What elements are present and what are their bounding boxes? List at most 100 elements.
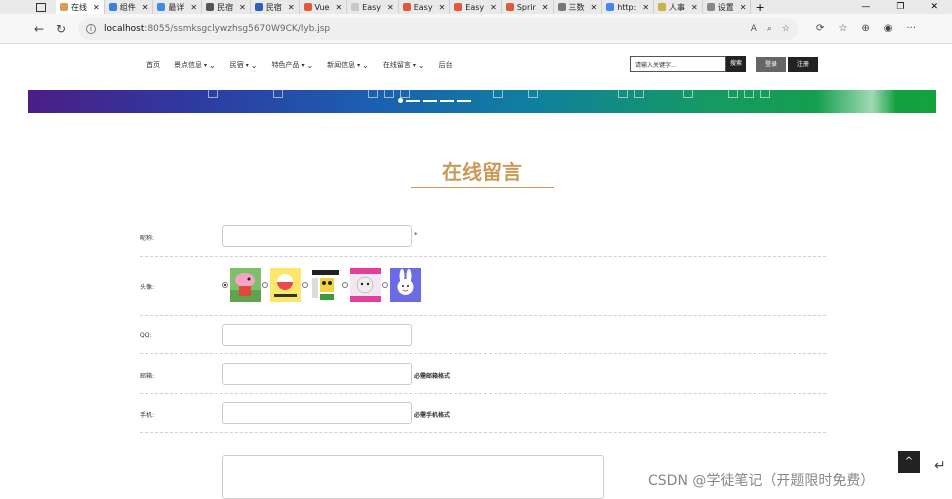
browser-tab[interactable]: 设置 ✕ xyxy=(703,0,752,14)
avatar-radio[interactable] xyxy=(382,282,388,288)
avatar-radio[interactable] xyxy=(222,282,228,288)
tab-close-icon[interactable]: ✕ xyxy=(335,3,342,12)
search-button[interactable]: 搜索 xyxy=(726,56,746,72)
browser-tab[interactable]: Easy ✕ xyxy=(450,0,502,14)
carousel-dot[interactable] xyxy=(440,99,454,102)
search-input[interactable]: 请输入关键字... xyxy=(630,56,726,72)
new-tab-icon[interactable]: + xyxy=(755,1,764,14)
window-controls: — ❐ ✕ xyxy=(861,2,952,12)
refresh-icon[interactable]: ↻ xyxy=(50,22,72,36)
main-menu: 首页 景点信息 ▾ ⌄ 民宿 ▾ ⌄ 特色产品 ▾ ⌄ 新闻信息 ▾ ⌄ 在线留言 ▾ ⌄ 后台 xyxy=(146,60,467,70)
tab-close-icon[interactable]: ✕ xyxy=(642,3,649,12)
browser-tab[interactable]: 人事 ✕ xyxy=(654,0,703,14)
carousel-dot[interactable] xyxy=(423,99,437,102)
tab-favicon-icon xyxy=(606,3,615,11)
zoom-icon[interactable]: ⌕ xyxy=(767,24,772,34)
browser-tab[interactable]: Easy ✕ xyxy=(347,0,399,14)
favorite-icon[interactable]: ☆ xyxy=(782,24,790,34)
restore-icon[interactable]: ❐ xyxy=(896,2,904,12)
tab-close-icon[interactable]: ✕ xyxy=(542,3,549,12)
tab-close-icon[interactable]: ✕ xyxy=(288,3,295,12)
browser-tab[interactable]: 组件 ✕ xyxy=(105,0,154,14)
tab-close-icon[interactable]: ✕ xyxy=(691,3,698,12)
message-textarea[interactable] xyxy=(222,455,604,499)
nav-item[interactable]: 景点信息 ▾ ⌄ xyxy=(174,60,216,70)
tab-close-icon[interactable]: ✕ xyxy=(190,3,197,12)
tab-close-icon[interactable]: ✕ xyxy=(142,3,149,12)
browser-tab[interactable]: Easy ✕ xyxy=(399,0,451,14)
avatar-radio[interactable] xyxy=(302,282,308,288)
extensions-icon[interactable]: ⟳ xyxy=(816,23,824,34)
tab-actions-icon[interactable] xyxy=(36,2,46,12)
carousel-dot[interactable] xyxy=(398,98,403,103)
more-icon[interactable]: ··· xyxy=(906,23,916,34)
browser-tab[interactable]: 在线 ✕ xyxy=(56,0,105,14)
back-to-top-button[interactable]: ^ xyxy=(898,451,920,473)
carousel-dot[interactable] xyxy=(406,99,420,102)
avatar-option[interactable] xyxy=(302,268,341,302)
caret-down-icon: ▾ xyxy=(204,61,208,69)
browser-tab[interactable]: 最详 ✕ xyxy=(153,0,203,14)
avatar-option[interactable] xyxy=(342,268,381,302)
browser-tab[interactable]: 民宿 ✕ xyxy=(251,0,300,14)
avatar-option[interactable] xyxy=(382,268,421,302)
chevron-down-icon: ⌄ xyxy=(362,60,369,70)
tab-close-icon[interactable]: ✕ xyxy=(439,3,446,12)
banner-carousel xyxy=(28,90,936,113)
tab-favicon-icon xyxy=(254,3,263,11)
browser-tab[interactable]: 三数 ✕ xyxy=(554,0,603,14)
avatar-option[interactable] xyxy=(222,268,261,302)
tab-favicon-icon xyxy=(706,3,715,11)
nav-item[interactable]: 新闻信息 ▾ ⌄ xyxy=(327,60,369,70)
avatar-label: 头像: xyxy=(140,284,155,291)
browser-tab[interactable]: http: ✕ xyxy=(602,0,655,14)
nav-item[interactable]: 特色产品 ▾ ⌄ xyxy=(271,60,313,70)
row-divider xyxy=(140,315,826,316)
avatar-option[interactable] xyxy=(262,268,301,302)
minimize-icon[interactable]: — xyxy=(861,2,870,12)
tab-label: Sprir xyxy=(516,2,536,12)
tab-close-icon[interactable]: ✕ xyxy=(591,3,598,12)
tab-label: 民宿 xyxy=(217,2,234,12)
nav-item-label: 民宿 xyxy=(229,61,244,69)
tab-label: 设置 xyxy=(717,2,734,12)
close-window-icon[interactable]: ✕ xyxy=(930,2,938,12)
nav-item[interactable]: 后台 xyxy=(439,60,453,70)
register-button[interactable]: 注册 xyxy=(788,57,818,72)
login-button[interactable]: 登录 xyxy=(756,57,786,72)
tab-favicon-icon xyxy=(303,3,312,11)
url-field[interactable]: i localhost:8055/ssmksgclywzhsg5670W9CK/… xyxy=(78,17,798,40)
browser-tab[interactable]: 民宿 ✕ xyxy=(202,0,251,14)
profile-icon[interactable]: ◉ xyxy=(884,23,893,34)
nav-item-label: 景点信息 xyxy=(174,61,202,69)
avatar-thumb-bunny xyxy=(390,268,421,302)
row-divider xyxy=(140,432,826,433)
qq-input[interactable] xyxy=(222,324,412,346)
browser-tab[interactable]: Vue ✕ xyxy=(300,0,348,14)
nav-item[interactable]: 在线留言 ▾ ⌄ xyxy=(383,60,425,70)
email-input[interactable] xyxy=(222,363,412,385)
tab-favicon-icon xyxy=(60,3,68,11)
browser-tab-strip: 在线 ✕ 组件 ✕ 最详 ✕ 民宿 ✕ 民宿 ✕ Vue ✕ Easy ✕ Easy ✕ Easy ✕ Sprir ✕… xyxy=(0,0,952,14)
back-icon[interactable]: ← xyxy=(28,22,50,36)
tab-favicon-icon xyxy=(402,3,411,11)
nickname-input[interactable] xyxy=(222,225,412,247)
nav-item[interactable]: 首页 xyxy=(146,60,160,70)
avatar-radio[interactable] xyxy=(342,282,348,288)
carousel-dot[interactable] xyxy=(457,99,471,102)
collections-icon[interactable]: ⊕ xyxy=(861,23,869,34)
favorites-icon[interactable]: ☆ xyxy=(838,23,847,34)
tab-close-icon[interactable]: ✕ xyxy=(93,3,100,12)
tab-close-icon[interactable]: ✕ xyxy=(490,3,497,12)
tab-label: 人事 xyxy=(669,2,686,12)
browser-tab[interactable]: Sprir ✕ xyxy=(502,0,554,14)
read-aloud-icon[interactable]: A xyxy=(751,24,757,34)
phone-input[interactable] xyxy=(222,402,412,424)
nav-item[interactable]: 民宿 ▾ ⌄ xyxy=(230,60,258,70)
site-info-icon[interactable]: i xyxy=(86,23,96,34)
tab-close-icon[interactable]: ✕ xyxy=(740,3,747,12)
tab-close-icon[interactable]: ✕ xyxy=(239,3,246,12)
tab-close-icon[interactable]: ✕ xyxy=(387,3,394,12)
avatar-radio[interactable] xyxy=(262,282,268,288)
nav-item-label: 后台 xyxy=(438,61,453,69)
